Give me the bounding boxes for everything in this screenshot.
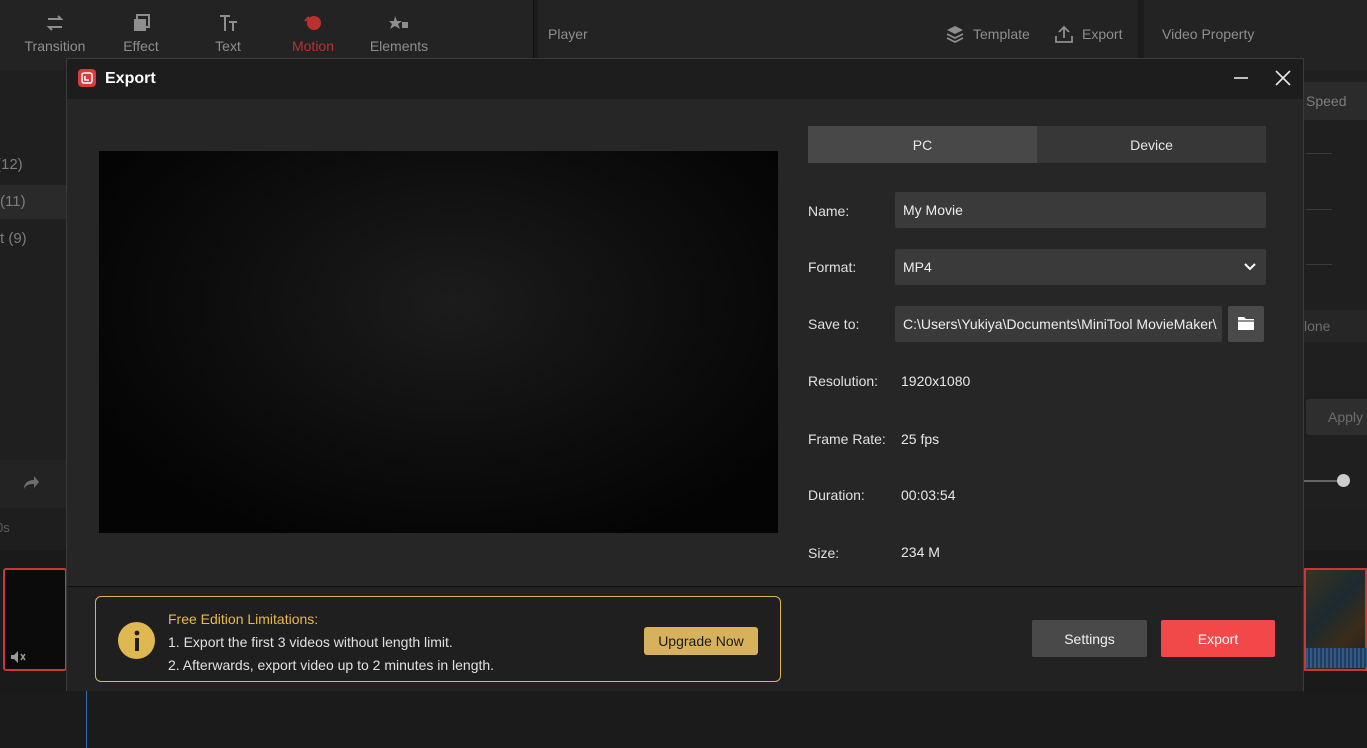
info-icon bbox=[118, 622, 155, 659]
chevron-down-icon bbox=[1242, 259, 1258, 275]
header-export-button[interactable]: Export bbox=[1054, 24, 1122, 44]
format-label: Format: bbox=[808, 259, 857, 275]
toolbar-text-label: Text bbox=[215, 38, 241, 54]
settings-label: Settings bbox=[1064, 630, 1115, 647]
name-input-value: My Movie bbox=[903, 202, 963, 218]
timeline-toolbar bbox=[0, 460, 66, 508]
export-label: Export bbox=[1197, 630, 1239, 647]
template-button[interactable]: Template bbox=[945, 24, 1030, 44]
name-label: Name: bbox=[808, 203, 850, 219]
resolution-value: 1920x1080 bbox=[901, 373, 971, 389]
upgrade-now-label: Upgrade Now bbox=[658, 633, 744, 649]
minimize-icon bbox=[1233, 70, 1249, 89]
layers-icon bbox=[945, 24, 965, 44]
category-item[interactable]: (12) bbox=[0, 148, 66, 182]
format-select[interactable]: MP4 bbox=[895, 249, 1266, 285]
notice-line-1: 1. Export the first 3 videos without len… bbox=[168, 634, 453, 650]
player-title: Player bbox=[548, 26, 588, 42]
audio-waveform bbox=[1306, 648, 1367, 668]
divider bbox=[1306, 153, 1332, 154]
close-button[interactable] bbox=[1271, 67, 1295, 91]
template-label: Template bbox=[973, 26, 1030, 42]
frame-rate-label: Frame Rate: bbox=[808, 431, 886, 447]
zoom-slider-knob[interactable] bbox=[1337, 474, 1350, 487]
none-select-label: lone bbox=[1304, 318, 1331, 334]
apply-button[interactable]: Apply bbox=[1306, 399, 1367, 435]
tab-device-label: Device bbox=[1130, 136, 1173, 153]
video-clip[interactable] bbox=[3, 568, 67, 671]
playhead[interactable] bbox=[86, 690, 87, 748]
effect-icon bbox=[130, 12, 152, 34]
dialog-title: Export bbox=[105, 70, 156, 87]
app-logo-icon bbox=[78, 69, 96, 87]
motion-icon bbox=[302, 12, 324, 34]
size-label: Size: bbox=[808, 545, 840, 561]
size-value: 234 M bbox=[901, 544, 940, 560]
save-path-value: C:\Users\Yukiya\Documents\MiniTool Movie… bbox=[903, 316, 1217, 332]
category-item[interactable]: (11) bbox=[0, 185, 66, 219]
export-button[interactable]: Export bbox=[1161, 620, 1275, 657]
toolbar-transition-label: Transition bbox=[24, 38, 86, 54]
duration-label: Duration: bbox=[808, 487, 865, 503]
speed-tab[interactable]: Speed bbox=[1304, 82, 1367, 120]
export-dialog: Export PC Device Name: My Movie Format: … bbox=[66, 58, 1304, 691]
transition-icon bbox=[44, 12, 66, 34]
format-select-value: MP4 bbox=[903, 259, 932, 275]
none-select[interactable]: lone bbox=[1304, 310, 1367, 342]
free-edition-notice: Free Edition Limitations: 1. Export the … bbox=[95, 596, 781, 682]
notice-line-2: 2. Afterwards, export video up to 2 minu… bbox=[168, 657, 495, 673]
text-icon bbox=[217, 12, 239, 34]
settings-button[interactable]: Settings bbox=[1032, 620, 1147, 657]
category-item-label: (12) bbox=[0, 156, 23, 173]
header-export-label: Export bbox=[1082, 26, 1123, 42]
resolution-label: Resolution: bbox=[808, 373, 879, 389]
upgrade-now-button[interactable]: Upgrade Now bbox=[644, 627, 758, 655]
close-icon bbox=[1275, 69, 1291, 89]
folder-icon bbox=[1237, 315, 1255, 334]
browse-folder-button[interactable] bbox=[1228, 306, 1264, 342]
dialog-titlebar: Export bbox=[67, 59, 1303, 99]
frame-rate-value: 25 fps bbox=[901, 431, 940, 447]
redo-icon[interactable] bbox=[22, 474, 40, 495]
toolbar-elements-label: Elements bbox=[369, 38, 429, 54]
toolbar-motion-label: Motion bbox=[291, 38, 335, 54]
divider bbox=[1306, 209, 1332, 210]
name-input[interactable]: My Movie bbox=[895, 192, 1266, 228]
category-item-label: t (9) bbox=[0, 230, 27, 247]
tab-pc[interactable]: PC bbox=[808, 126, 1037, 163]
notice-title: Free Edition Limitations: bbox=[168, 611, 319, 627]
ruler-label: 0s bbox=[0, 520, 10, 535]
upload-icon bbox=[1054, 24, 1074, 44]
divider bbox=[1306, 264, 1332, 265]
property-panel bbox=[1304, 70, 1367, 510]
tab-device[interactable]: Device bbox=[1037, 126, 1266, 163]
category-item-label: (11) bbox=[0, 193, 26, 210]
speed-label: Speed bbox=[1306, 93, 1347, 109]
video-preview bbox=[99, 151, 778, 533]
property-title: Video Property bbox=[1162, 26, 1255, 42]
tab-pc-label: PC bbox=[912, 136, 933, 153]
toolbar-effect-label: Effect bbox=[123, 38, 159, 54]
apply-label: Apply bbox=[1328, 409, 1364, 425]
export-target-tabs: PC Device bbox=[808, 126, 1266, 163]
category-sidebar bbox=[0, 70, 66, 460]
minimize-button[interactable] bbox=[1229, 67, 1253, 91]
elements-icon bbox=[388, 12, 410, 34]
save-path-input[interactable]: C:\Users\Yukiya\Documents\MiniTool Movie… bbox=[895, 306, 1222, 342]
category-item[interactable]: t (9) bbox=[0, 222, 66, 256]
duration-value: 00:03:54 bbox=[901, 487, 956, 503]
save-to-label: Save to: bbox=[808, 316, 860, 332]
volume-icon[interactable] bbox=[10, 650, 26, 667]
